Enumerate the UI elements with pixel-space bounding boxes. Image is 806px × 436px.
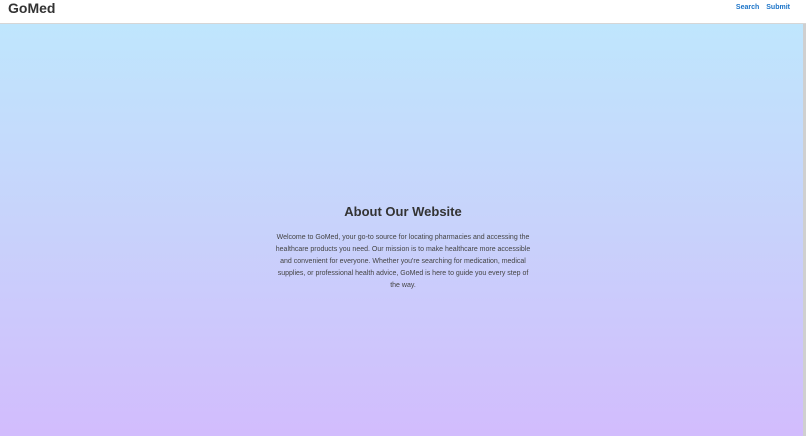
nav-submit-link[interactable]: Submit [766, 4, 790, 12]
nav-links: Search Submit [736, 4, 790, 12]
top-navbar: GoMed Search Submit [0, 0, 806, 24]
about-description: Welcome to GoMed, your go-to source for … [275, 234, 531, 289]
nav-search-link[interactable]: Search [736, 4, 759, 12]
about-section: About Our Website Welcome to GoMed, your… [275, 204, 531, 292]
about-title: About Our Website [344, 204, 462, 219]
site-logo[interactable]: GoMed [8, 0, 55, 16]
